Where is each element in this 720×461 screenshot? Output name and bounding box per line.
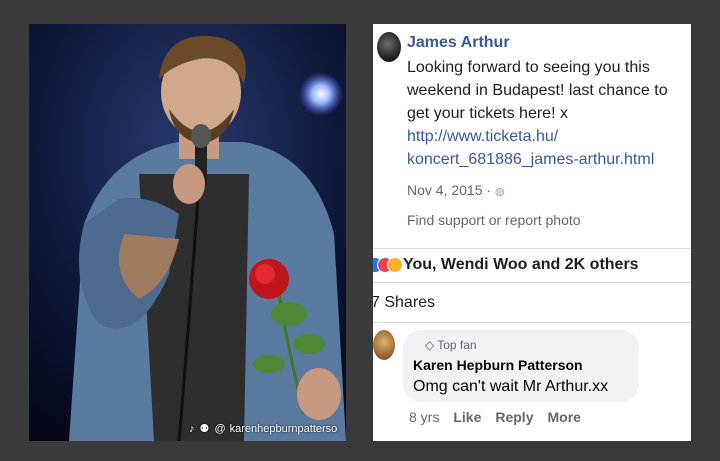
reactions-summary[interactable]: You, Wendi Woo and 2K others: [403, 256, 639, 274]
comment-text: Omg can't wait Mr Arthur.xx: [413, 378, 609, 395]
like-button[interactable]: Like: [453, 409, 481, 425]
watermark-handle: karenhepburnpatterso: [229, 422, 338, 435]
reply-button[interactable]: Reply: [495, 409, 533, 425]
wow-reaction-icon: [387, 257, 403, 273]
comment-time[interactable]: 8 yrs: [409, 409, 439, 425]
comment-actions: 8 yrs Like Reply More: [409, 409, 581, 425]
shares-count[interactable]: 7 Shares: [373, 294, 435, 312]
ticket-link[interactable]: http://www.ticketa.hu/ koncert_681886_ja…: [407, 125, 654, 171]
ticket-link-line[interactable]: koncert_681886_james-arthur.html: [407, 148, 654, 171]
commenter-avatar[interactable]: [373, 330, 395, 360]
report-photo-link[interactable]: Find support or report photo: [407, 212, 581, 228]
ticket-link-line[interactable]: http://www.ticketa.hu/: [407, 125, 654, 148]
top-fan-label: Top fan: [437, 338, 477, 352]
reaction-icons: [373, 257, 403, 273]
divider: [373, 282, 691, 283]
post-text: Looking forward to seeing you this weeke…: [407, 56, 691, 125]
post-text-line: weekend in Budapest! last chance to: [407, 82, 668, 99]
post-date[interactable]: Nov 4, 2015 · ◍: [407, 182, 505, 198]
post-author[interactable]: James Arthur: [407, 34, 510, 52]
divider: [373, 248, 691, 249]
concert-photo: ♪ ⚉ @ karenhepburnpatterso: [29, 24, 346, 441]
post-text-line: Looking forward to seeing you this: [407, 59, 650, 76]
post-text-line: get your tickets here! x: [407, 105, 568, 122]
reactions-row[interactable]: You, Wendi Woo and 2K others: [373, 256, 639, 274]
singer-photo-illustration: [29, 24, 346, 441]
divider: [373, 322, 691, 323]
facebook-post-screenshot: James Arthur Looking forward to seeing y…: [373, 24, 691, 441]
top-fan-badge: ◇ Top fan: [425, 338, 477, 352]
more-button[interactable]: More: [547, 409, 580, 425]
watermark: ♪ ⚉ @ karenhepburnpatterso: [189, 422, 338, 436]
stage-light: [299, 72, 343, 116]
tiktok-icon: ♪ ⚉ @: [189, 423, 227, 435]
post-date-text[interactable]: Nov 4, 2015 ·: [407, 182, 491, 198]
privacy-icon: ◍: [494, 186, 505, 198]
commenter-name[interactable]: Karen Hepburn Patterson: [413, 357, 583, 373]
diamond-icon: ◇: [425, 338, 435, 352]
comment-bubble: ◇ Top fan Karen Hepburn Patterson Omg ca…: [403, 330, 639, 402]
author-avatar[interactable]: [377, 32, 401, 62]
